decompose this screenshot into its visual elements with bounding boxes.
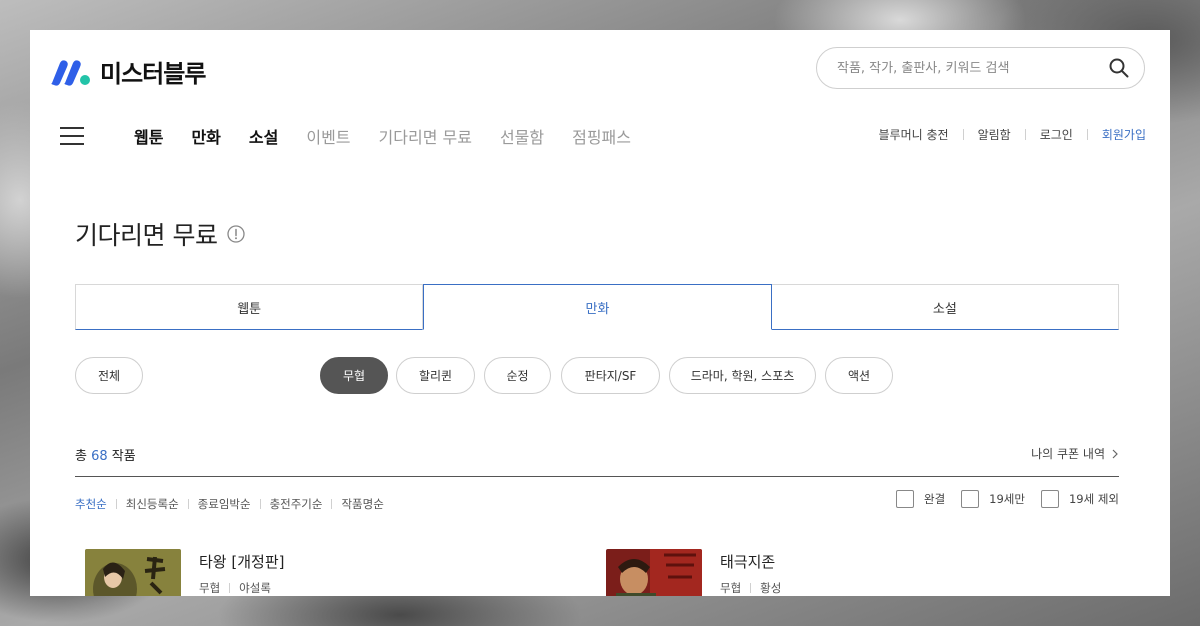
- nav-link[interactable]: 이벤트: [306, 124, 350, 148]
- nav-link[interactable]: 선물함: [500, 124, 544, 148]
- exclude-adult-checkbox[interactable]: [1040, 490, 1059, 508]
- divider: [259, 499, 261, 509]
- genre-chip[interactable]: 순정: [484, 357, 551, 394]
- sort-filter-row: 추천순 최신등록순 종료임박순 충전주기순 작품명순 완결 19세만 19세 제외: [75, 490, 1119, 514]
- logo-mark-icon: [51, 59, 90, 86]
- nav-link[interactable]: 기다리면 무료: [379, 124, 472, 148]
- info-icon[interactable]: [227, 225, 246, 243]
- page-frame: 미스터블루 웹툰만화소설이벤트기다리면 무료선물함점핑패스 블루머니 충전 알림…: [30, 30, 1170, 596]
- genre-chip[interactable]: 액션: [825, 357, 893, 394]
- sort-option[interactable]: 최신등록순: [126, 496, 179, 512]
- filter-exclude-adult[interactable]: 19세 제외: [1040, 490, 1119, 508]
- page-title-row: 기다리면 무료: [75, 216, 246, 252]
- exclude-adult-label: 19세 제외: [1068, 492, 1119, 506]
- divider: [1086, 129, 1088, 140]
- logo-text: 미스터블루: [100, 60, 206, 88]
- work-item[interactable]: 타왕 [개정판] 무협 야설록: [85, 549, 284, 596]
- divider: [750, 583, 752, 593]
- notifications-link[interactable]: 알림함: [978, 126, 1011, 143]
- filter-adult-only[interactable]: 19세만: [961, 490, 1025, 508]
- nav-link[interactable]: 점핑패스: [572, 124, 631, 148]
- divider: [187, 499, 189, 509]
- genre-chips: 전체 무협 할리퀸 순정 판타지/SF 드라마, 학원, 스포츠 액션: [75, 357, 1119, 395]
- count-number: 68: [91, 449, 108, 464]
- genre-chip[interactable]: 할리퀸: [396, 357, 475, 394]
- count-row: 총 68 작품 나의 쿠폰 내역: [75, 443, 1119, 477]
- work-thumbnail[interactable]: [606, 549, 702, 596]
- work-meta: 무협 야설록: [199, 580, 284, 596]
- work-item[interactable]: 태극지존 무협 황성: [606, 549, 781, 596]
- divider: [115, 499, 117, 509]
- sort-options: 추천순 최신등록순 종료임박순 충전주기순 작품명순: [75, 496, 384, 512]
- count-prefix: 총: [75, 449, 87, 464]
- utility-links: 블루머니 충전 알림함 로그인 회원가입: [879, 126, 1146, 143]
- category-tab[interactable]: 만화: [423, 284, 772, 330]
- filter-completed[interactable]: 완결: [896, 490, 945, 508]
- page-title: 기다리면 무료: [75, 221, 218, 250]
- sort-option[interactable]: 충전주기순: [270, 496, 323, 512]
- genre-chip[interactable]: 전체: [75, 357, 143, 394]
- work-author[interactable]: 황성: [760, 580, 781, 596]
- work-genre: 무협: [720, 581, 742, 595]
- search-box[interactable]: [816, 47, 1145, 89]
- search-input[interactable]: [837, 60, 1108, 76]
- nav-link[interactable]: 소설: [249, 124, 278, 148]
- nav-link[interactable]: 웹툰: [134, 124, 163, 148]
- category-tab[interactable]: 웹툰: [75, 284, 424, 330]
- work-genre: 무협: [199, 581, 221, 595]
- main-nav: 웹툰 만화 소설 이벤트 기다리면 무료 선물함 점핑패스 블루머니 충전 알림함 로그인 …: [60, 122, 1146, 150]
- coupon-link-label: 나의 쿠폰 내역: [1031, 447, 1105, 461]
- adult-only-label: 19세만: [989, 492, 1025, 506]
- work-info: 타왕 [개정판] 무협 야설록: [199, 551, 284, 596]
- genre-chip[interactable]: 무협: [320, 357, 388, 394]
- sort-option[interactable]: 작품명순: [341, 496, 383, 512]
- category-tabs: 웹툰 만화 소설: [75, 284, 1119, 330]
- my-coupon-link[interactable]: 나의 쿠폰 내역: [1031, 445, 1119, 462]
- login-link[interactable]: 로그인: [1040, 126, 1073, 143]
- filter-options: 완결 19세만 19세 제외: [896, 490, 1119, 508]
- completed-label: 완결: [924, 492, 946, 506]
- total-count: 총 68 작품: [75, 445, 136, 464]
- work-thumbnail[interactable]: [85, 549, 181, 596]
- sort-option[interactable]: 종료임박순: [198, 496, 251, 512]
- work-title[interactable]: 태극지존: [720, 551, 781, 572]
- genre-chip[interactable]: 판타지/SF: [561, 357, 660, 394]
- work-author[interactable]: 야설록: [239, 580, 271, 596]
- nav-links: 웹툰 만화 소설 이벤트 기다리면 무료 선물함 점핑패스: [134, 124, 631, 148]
- search-icon[interactable]: [1108, 57, 1130, 79]
- category-tab[interactable]: 소설: [771, 284, 1119, 330]
- work-info: 태극지존 무협 황성: [720, 551, 781, 596]
- chevron-right-icon: [1112, 449, 1118, 458]
- work-title[interactable]: 타왕 [개정판]: [199, 551, 284, 572]
- divider: [229, 583, 231, 593]
- divider: [331, 499, 333, 509]
- recharge-link[interactable]: 블루머니 충전: [879, 126, 949, 143]
- nav-link[interactable]: 만화: [191, 124, 220, 148]
- count-suffix: 작품: [111, 449, 136, 464]
- completed-checkbox[interactable]: [896, 490, 914, 508]
- work-meta: 무협 황성: [720, 580, 781, 596]
- sort-option[interactable]: 추천순: [75, 496, 107, 512]
- divider: [1024, 129, 1026, 140]
- adult-only-checkbox[interactable]: [961, 490, 980, 508]
- divider: [962, 129, 964, 140]
- hamburger-menu-icon[interactable]: [60, 127, 84, 145]
- genre-chip[interactable]: 드라마, 학원, 스포츠: [669, 357, 816, 394]
- signup-link[interactable]: 회원가입: [1102, 126, 1146, 143]
- site-logo[interactable]: 미스터블루: [48, 54, 206, 89]
